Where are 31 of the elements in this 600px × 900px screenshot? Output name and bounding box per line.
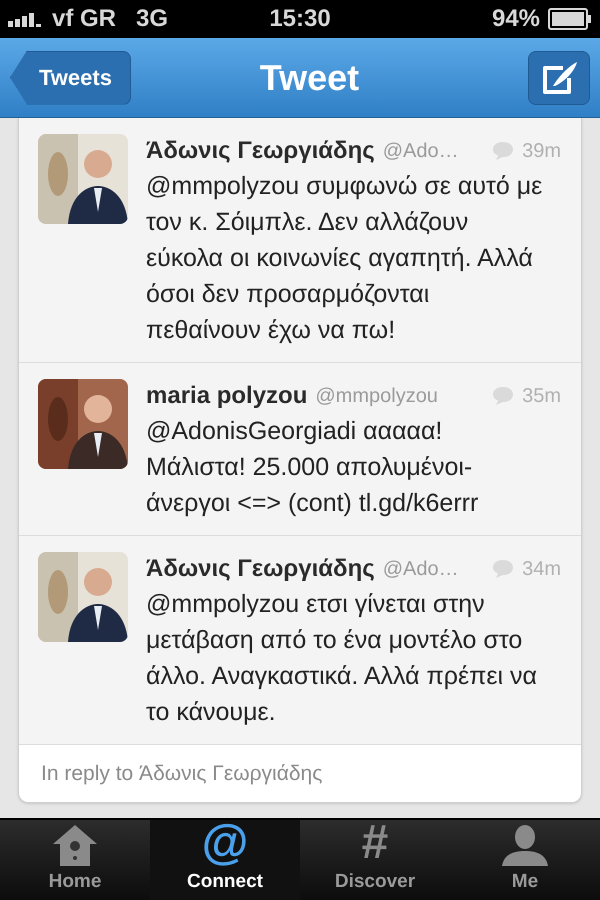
tweet-text: @mmpolyzou συμφωνώ σε αυτό με τον κ. Σόιμπλε. Δεν αλλάζουν εύκολα οι κοινωνίες αγαπητή. Αλλά όσοι δεν προσαρμόζονται πεθαίνουν έχω να πω! xyxy=(146,171,544,346)
timestamp: 34m xyxy=(522,557,561,582)
author-name[interactable]: Άδωνις Γεωργιάδης xyxy=(146,551,375,587)
tab[interactable]: Home xyxy=(0,820,150,900)
compose-button[interactable] xyxy=(528,50,590,104)
back-button[interactable]: Tweets xyxy=(10,50,131,104)
tab-symbol: @ xyxy=(202,820,248,866)
tab[interactable]: # Discover xyxy=(300,820,450,900)
tweet-text: @mmpolyzou ετσι γίνεται στην μετάβαση από το ένα μοντέλο στο άλλο. Αναγκαστικά. Αλλά πρέπει να το κάνουμε. xyxy=(146,589,538,728)
birdhouse-icon xyxy=(52,824,98,866)
author-name[interactable]: Άδωνις Γεωργιάδης xyxy=(146,133,375,169)
screen-title: Tweet xyxy=(258,56,360,100)
network-type: 3G xyxy=(136,4,168,34)
speech-bubble-icon xyxy=(492,141,514,161)
author-handle: @Ado… xyxy=(382,557,460,582)
battery-percent: 94% xyxy=(492,4,540,34)
clock: 15:30 xyxy=(268,4,332,34)
battery-icon xyxy=(548,8,592,30)
carrier-name: vf GR xyxy=(52,4,116,34)
tab[interactable]: Me xyxy=(450,820,600,900)
tweet-text: @AdonisGeorgiadi ααααα! Μάλιστα! 25.000 απολυμένοι- άνεργοι <=> (cont) tl.gd/k6errr xyxy=(146,416,480,519)
tab-symbol: # xyxy=(362,820,388,866)
speech-bubble-icon xyxy=(492,559,514,579)
speech-bubble-icon xyxy=(492,386,514,406)
timestamp: 35m xyxy=(522,384,561,409)
author-name[interactable]: maria polyzou xyxy=(146,378,308,414)
timestamp: 39m xyxy=(522,139,561,164)
tab[interactable]: @ Connect xyxy=(150,820,300,900)
author-handle: @Ado… xyxy=(382,139,460,164)
author-handle: @mmpolyzou xyxy=(315,384,439,409)
person-icon xyxy=(502,824,548,866)
